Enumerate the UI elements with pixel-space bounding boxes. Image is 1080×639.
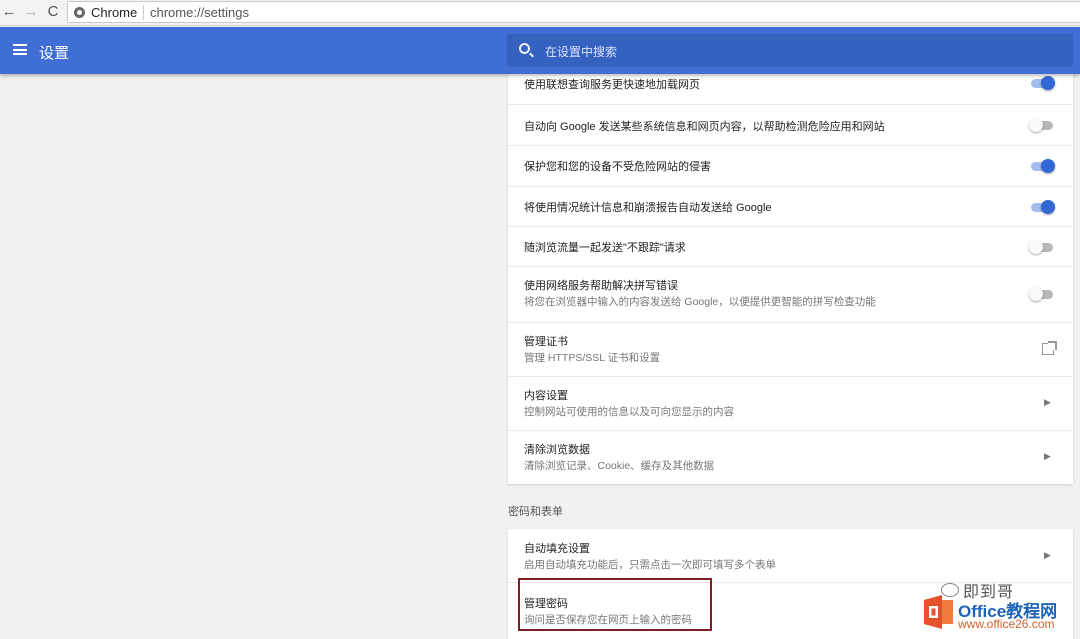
toggle-switch[interactable]: [1029, 159, 1055, 173]
setting-label: 使用联想查询服务更快速地加载网页: [524, 79, 700, 91]
setting-label: 内容设置: [524, 390, 568, 402]
setting-row-do-not-track[interactable]: 随浏览流量一起发送"不跟踪"请求: [508, 226, 1073, 266]
setting-label: 自动填充设置: [524, 543, 590, 555]
site-name: Chrome: [91, 5, 138, 20]
setting-row-safe-browsing-report[interactable]: 自动向 Google 发送某些系统信息和网页内容，以帮助检测危险应用和网站: [508, 104, 1073, 145]
privacy-settings-card: 使用联想查询服务更快速地加载网页 自动向 Google 发送某些系统信息和网页内…: [508, 74, 1073, 484]
toggle-switch[interactable]: [1029, 287, 1055, 301]
chrome-icon: [74, 7, 85, 18]
setting-row-safe-browsing[interactable]: 保护您和您的设备不受危险网站的侵害: [508, 145, 1073, 186]
open-external-icon[interactable]: [1042, 341, 1057, 355]
office-logo-icon: [924, 595, 953, 629]
forward-icon[interactable]: →: [22, 3, 40, 21]
setting-description: 管理 HTTPS/SSL 证书和设置: [524, 352, 661, 364]
setting-description: 启用自动填充功能后，只需点击一次即可填写多个表单: [524, 559, 776, 571]
chevron-right-icon[interactable]: ▶: [1044, 397, 1051, 408]
setting-label: 清除浏览数据: [524, 444, 590, 456]
setting-description: 将您在浏览器中输入的内容发送给 Google，以便提供更智能的拼写检查功能: [524, 296, 876, 308]
setting-row-spelling[interactable]: 使用网络服务帮助解决拼写错误 将您在浏览器中输入的内容发送给 Google，以便…: [508, 266, 1073, 322]
search-placeholder: 在设置中搜索: [545, 45, 618, 59]
setting-row-prediction[interactable]: 使用联想查询服务更快速地加载网页: [508, 74, 1073, 104]
chevron-right-icon[interactable]: ▶: [1044, 451, 1051, 462]
setting-row-usage-stats[interactable]: 将使用情况统计信息和崩溃报告自动发送给 Google: [508, 186, 1073, 226]
setting-description: 清除浏览记录、Cookie、缓存及其他数据: [524, 460, 715, 472]
browser-toolbar: ← → C Chrome chrome://settings: [0, 0, 1080, 26]
setting-row-content-settings[interactable]: 内容设置 控制网站可使用的信息以及可向您显示的内容 ▶: [508, 376, 1073, 430]
toggle-switch[interactable]: [1029, 200, 1055, 214]
reload-icon[interactable]: C: [44, 3, 62, 21]
setting-label: 随浏览流量一起发送"不跟踪"请求: [524, 242, 686, 254]
highlight-box: [518, 578, 712, 631]
hamburger-menu-icon[interactable]: [13, 44, 27, 55]
setting-label: 使用网络服务帮助解决拼写错误: [524, 280, 678, 292]
url-text[interactable]: chrome://settings: [150, 5, 249, 20]
search-icon: [519, 43, 530, 54]
setting-row-manage-certificates[interactable]: 管理证书 管理 HTTPS/SSL 证书和设置: [508, 322, 1073, 376]
address-bar[interactable]: Chrome chrome://settings: [67, 1, 1080, 23]
section-heading-passwords: 密码和表单: [508, 506, 563, 518]
url-divider: [143, 5, 144, 20]
setting-label: 管理证书: [524, 336, 568, 348]
setting-label: 将使用情况统计信息和崩溃报告自动发送给 Google: [524, 202, 772, 214]
toggle-switch[interactable]: [1029, 76, 1055, 90]
setting-description: 控制网站可使用的信息以及可向您显示的内容: [524, 406, 734, 418]
page-title: 设置: [39, 45, 70, 62]
setting-label: 自动向 Google 发送某些系统信息和网页内容，以帮助检测危险应用和网站: [524, 121, 885, 133]
back-icon[interactable]: ←: [0, 3, 18, 21]
settings-header: 设置 在设置中搜索: [0, 27, 1080, 74]
setting-label: 保护您和您的设备不受危险网站的侵害: [524, 161, 711, 173]
toggle-switch[interactable]: [1029, 118, 1055, 132]
setting-row-autofill[interactable]: 自动填充设置 启用自动填充功能后，只需点击一次即可填写多个表单 ▶: [508, 529, 1073, 582]
toggle-switch[interactable]: [1029, 240, 1055, 254]
setting-row-clear-browsing-data[interactable]: 清除浏览数据 清除浏览记录、Cookie、缓存及其他数据 ▶: [508, 430, 1073, 484]
settings-search-input[interactable]: 在设置中搜索: [507, 34, 1073, 67]
watermark-site-url: www.office26.com: [958, 617, 1055, 631]
chevron-right-icon[interactable]: ▶: [1044, 550, 1051, 561]
